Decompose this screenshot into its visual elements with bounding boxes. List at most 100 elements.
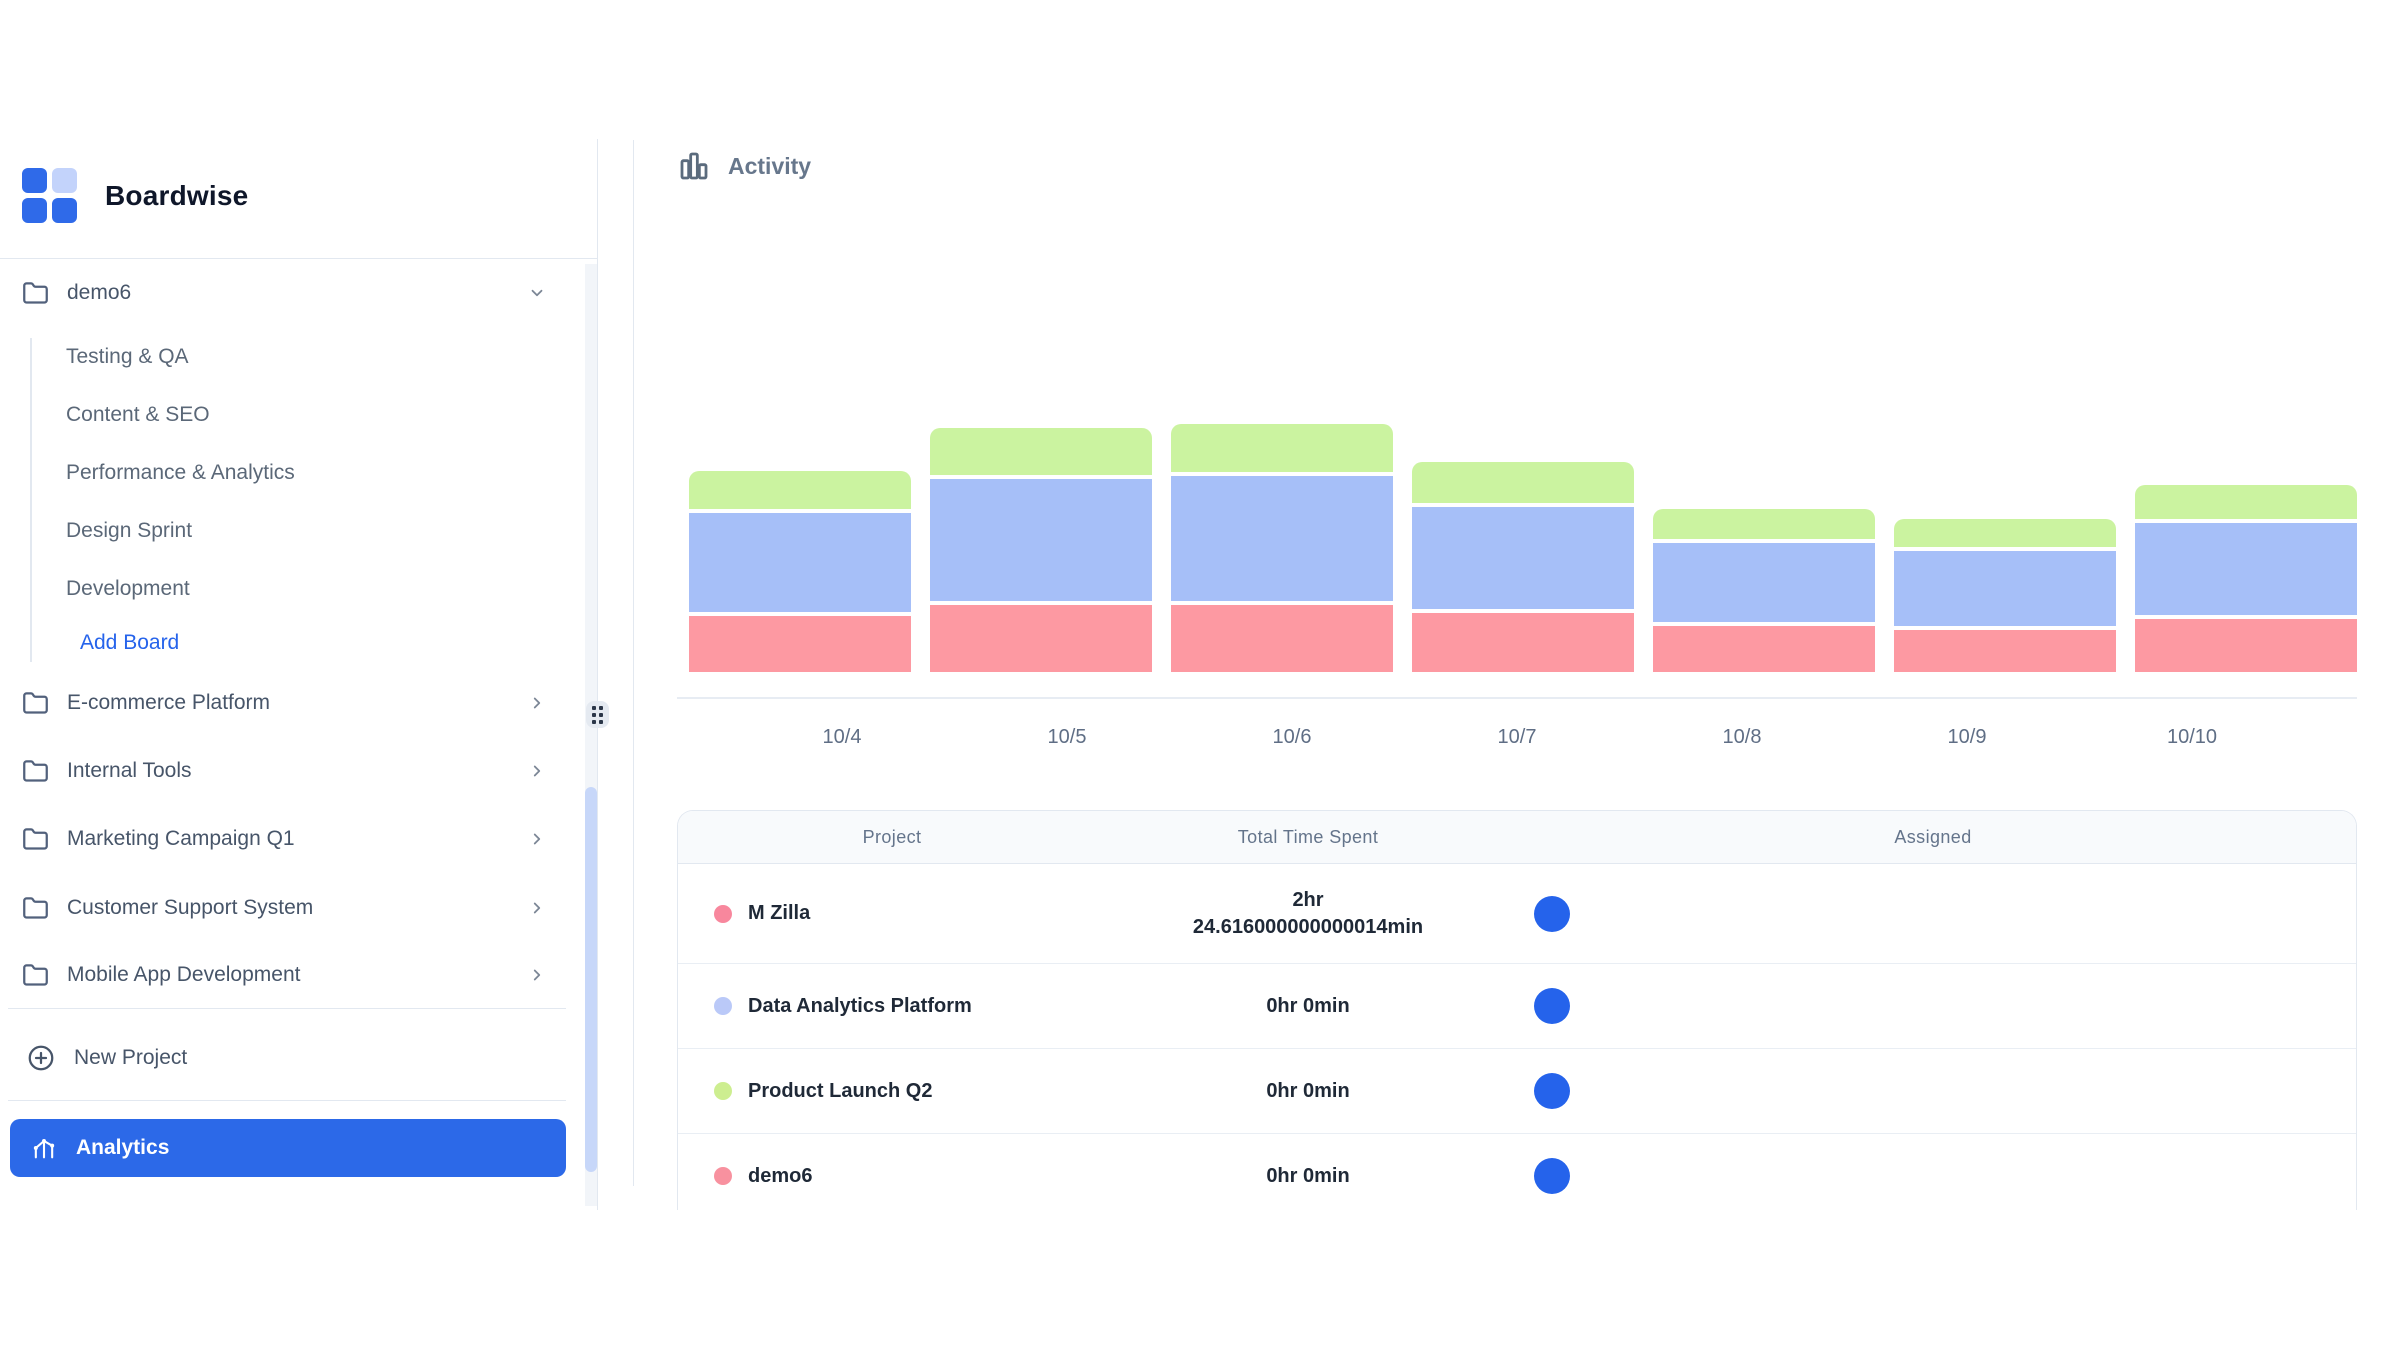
project-color-dot — [714, 905, 732, 923]
grip-dot — [599, 713, 603, 717]
board-label: Testing & QA — [66, 345, 189, 369]
board-label: Development — [66, 577, 190, 601]
bar-segment-product-launch-q2 — [1653, 509, 1875, 539]
assigned-cell — [1510, 1134, 2356, 1210]
sidebar-scrollbar-thumb[interactable] — [585, 787, 597, 1172]
stacked-bar-10/4 — [689, 471, 911, 672]
bar-segment-m-zilla — [689, 616, 911, 672]
bar-segment-data-analytics-platform — [689, 513, 911, 612]
chart-x-axis-line — [677, 697, 2357, 699]
sidebar-board-performance-analytics[interactable]: Performance & Analytics — [66, 453, 295, 493]
bar-segment-product-launch-q2 — [1412, 462, 1634, 503]
stacked-bar-10/5 — [930, 428, 1152, 672]
project-name: demo6 — [748, 1165, 812, 1188]
sidebar-item-ecommerce-platform[interactable]: E-commerce Platform — [0, 683, 548, 723]
sidebar-board-development[interactable]: Development — [66, 569, 190, 609]
project-name: M Zilla — [748, 902, 810, 925]
project-name: Product Launch Q2 — [748, 1080, 932, 1103]
grip-dot — [599, 720, 603, 724]
x-axis-label: 10/8 — [1723, 726, 1762, 749]
sidebar-item-label: Internal Tools — [67, 759, 528, 783]
stacked-bar-10/8 — [1653, 509, 1875, 672]
column-header-total-time: Total Time Spent — [1106, 811, 1510, 863]
x-axis-label: 10/7 — [1498, 726, 1537, 749]
analytics-label: Analytics — [76, 1136, 169, 1160]
project-cell: Data Analytics Platform — [678, 964, 1106, 1048]
bar-segment-data-analytics-platform — [1412, 507, 1634, 609]
sidebar-item-internal-tools[interactable]: Internal Tools — [0, 751, 548, 791]
logo-square — [52, 198, 77, 223]
x-axis-label: 10/6 — [1273, 726, 1312, 749]
assigned-cell — [1510, 1049, 2356, 1133]
bar-segment-m-zilla — [1653, 626, 1875, 672]
sidebar: Boardwise demo6 Testing & QA Content & S… — [0, 139, 597, 1210]
bar-segment-data-analytics-platform — [1171, 476, 1393, 601]
project-color-dot — [714, 997, 732, 1015]
bar-segment-m-zilla — [1894, 630, 2116, 672]
table-header-row: Project Total Time Spent Assigned — [678, 811, 2356, 864]
logo-square — [22, 198, 47, 223]
add-board-label: Add Board — [80, 631, 179, 655]
sidebar-divider — [8, 1008, 566, 1009]
column-header-project: Project — [678, 811, 1106, 863]
time-line: 2hr — [1292, 887, 1323, 914]
bar-segment-data-analytics-platform — [2135, 523, 2357, 615]
sidebar-item-marketing-campaign-q1[interactable]: Marketing Campaign Q1 — [0, 819, 548, 859]
board-label: Performance & Analytics — [66, 461, 295, 485]
boardwise-logo-icon — [22, 168, 77, 223]
add-board-link[interactable]: Add Board — [80, 623, 179, 663]
project-cell: Product Launch Q2 — [678, 1049, 1106, 1133]
time-line: 0hr 0min — [1266, 1163, 1349, 1190]
chevron-down-icon[interactable] — [528, 284, 546, 302]
sidebar-item-mobile-app-development[interactable]: Mobile App Development — [0, 955, 548, 995]
stacked-bar-10/6 — [1171, 424, 1393, 672]
folder-icon — [22, 758, 49, 785]
x-axis-label: 10/10 — [2167, 726, 2217, 749]
x-axis-label: 10/4 — [823, 726, 862, 749]
analytics-button[interactable]: Analytics — [10, 1119, 566, 1177]
stacked-bar-10/7 — [1412, 462, 1634, 672]
time-line: 0hr 0min — [1266, 1078, 1349, 1105]
sidebar-item-label: E-commerce Platform — [67, 691, 528, 715]
total-time-cell: 0hr 0min — [1106, 1134, 1510, 1210]
trend-chart-icon — [30, 1134, 58, 1162]
sidebar-item-customer-support-system[interactable]: Customer Support System — [0, 888, 548, 928]
board-label: Content & SEO — [66, 403, 210, 427]
new-project-label: New Project — [74, 1046, 548, 1070]
sidebar-resize-grip[interactable] — [586, 701, 609, 728]
total-time-cell: 2hr 24.616000000000014min — [1106, 864, 1510, 963]
bar-segment-m-zilla — [1171, 605, 1393, 672]
time-spent-table: Project Total Time Spent Assigned M Zill… — [677, 810, 2357, 1210]
project-cell: M Zilla — [678, 864, 1106, 963]
grip-dot — [592, 720, 596, 724]
chevron-right-icon[interactable] — [528, 830, 546, 848]
sidebar-divider — [8, 1100, 566, 1101]
time-line: 24.616000000000014min — [1193, 914, 1423, 941]
sidebar-item-label: Customer Support System — [67, 896, 528, 920]
project-color-dot — [714, 1167, 732, 1185]
x-axis-label: 10/9 — [1948, 726, 1987, 749]
bar-segment-product-launch-q2 — [2135, 485, 2357, 519]
folder-icon — [22, 280, 49, 307]
grip-dot — [592, 713, 596, 717]
avatar — [1534, 896, 1570, 932]
new-project-button[interactable]: New Project — [0, 1038, 548, 1078]
sidebar-board-design-sprint[interactable]: Design Sprint — [66, 511, 192, 551]
bar-segment-product-launch-q2 — [1894, 519, 2116, 547]
chevron-right-icon[interactable] — [528, 899, 546, 917]
sidebar-item-demo6[interactable]: demo6 — [0, 273, 548, 313]
chevron-right-icon[interactable] — [528, 762, 546, 780]
stacked-bar-10/9 — [1894, 519, 2116, 672]
board-list-indent-line — [30, 338, 32, 662]
chevron-right-icon[interactable] — [528, 966, 546, 984]
sidebar-header-divider — [0, 258, 597, 259]
sidebar-board-testing-qa[interactable]: Testing & QA — [66, 337, 189, 377]
brand-header: Boardwise — [22, 168, 248, 223]
activity-chart — [677, 420, 2357, 672]
sidebar-board-content-seo[interactable]: Content & SEO — [66, 395, 210, 435]
chevron-right-icon[interactable] — [528, 694, 546, 712]
time-line: 0hr 0min — [1266, 993, 1349, 1020]
plus-circle-icon — [26, 1043, 56, 1073]
sidebar-item-label: demo6 — [67, 281, 528, 305]
brand-name: Boardwise — [105, 180, 248, 212]
